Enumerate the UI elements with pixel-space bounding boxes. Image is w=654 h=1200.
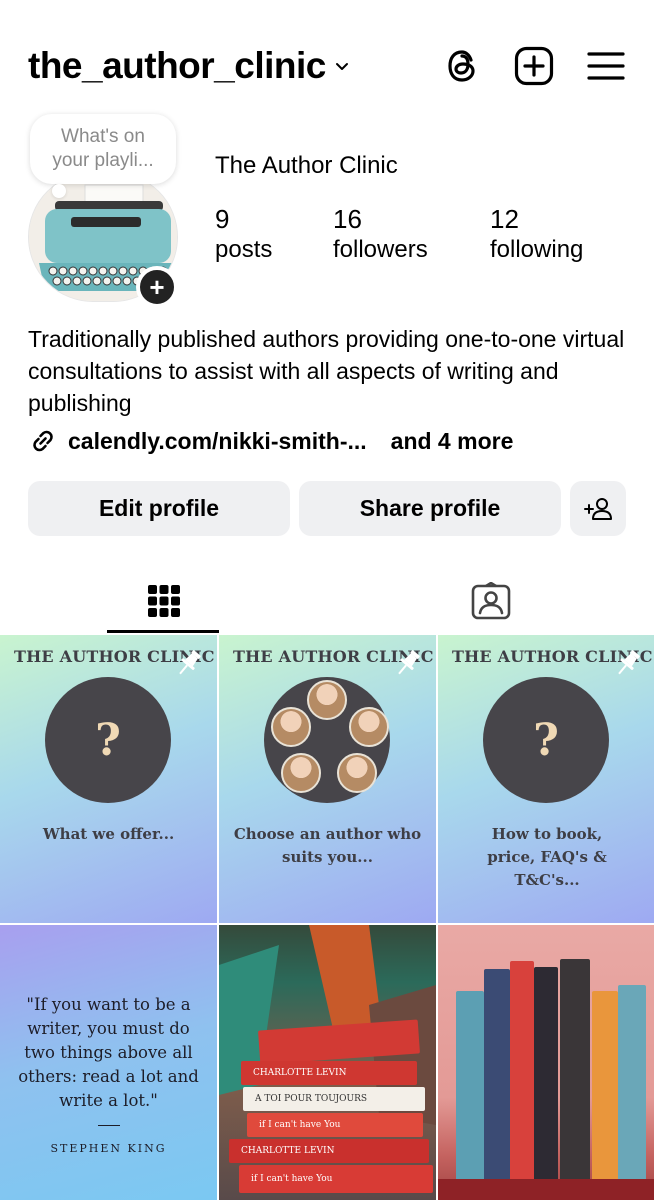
bio-text: Traditionally published authors providin… <box>28 326 625 416</box>
note-bubble-tail <box>52 184 66 198</box>
username: the_author_clinic <box>28 45 326 86</box>
posts-grid: THE AUTHOR CLINIC ? What we offer... THE… <box>0 635 654 1200</box>
post-tile[interactable] <box>438 925 654 1200</box>
display-name: The Author Clinic <box>215 152 398 179</box>
quote-divider <box>98 1125 120 1126</box>
more-links[interactable]: and 4 more <box>391 428 514 455</box>
post-caption: What we offer... <box>42 825 175 843</box>
threads-icon[interactable] <box>442 46 482 86</box>
stat-followers-value: 16 <box>333 204 362 234</box>
book <box>484 969 510 1181</box>
author-photo <box>271 707 311 747</box>
book: CHARLOTTE LEVIN <box>229 1139 429 1163</box>
shelf <box>438 1179 654 1200</box>
note-bubble[interactable]: What's on your playli... <box>30 114 176 184</box>
tab-posts-grid[interactable] <box>0 568 327 634</box>
author-photo <box>337 753 377 793</box>
pin-icon <box>398 650 420 675</box>
book: CHARLOTTE LEVIN <box>241 1061 417 1085</box>
book <box>592 991 618 1181</box>
stat-posts-label: posts <box>215 236 273 263</box>
discover-people-button[interactable] <box>570 481 626 536</box>
stat-following[interactable]: 12 following <box>490 203 583 265</box>
active-tab-indicator <box>107 630 219 633</box>
book <box>618 985 646 1181</box>
bio-links[interactable]: calendly.com/nikki-smith-... and 4 more <box>28 426 513 456</box>
header-actions <box>442 46 626 86</box>
pin-icon <box>618 650 640 675</box>
post-tile[interactable]: "If you want to be a writer, you must do… <box>0 925 217 1200</box>
post-tile[interactable]: CHARLOTTE LEVIN A TOI POUR TOUJOURS if I… <box>219 925 436 1200</box>
post-tile[interactable]: THE AUTHOR CLINIC ? How to book, price, … <box>438 635 654 923</box>
share-profile-button[interactable]: Share profile <box>299 481 561 536</box>
menu-icon[interactable] <box>586 46 626 86</box>
post-caption: Choose an author who suits you... <box>233 825 422 866</box>
add-person-icon <box>584 497 612 520</box>
author-photo <box>349 707 389 747</box>
pin-icon <box>179 650 201 675</box>
create-post-icon[interactable] <box>514 46 554 86</box>
stat-followers[interactable]: 16 followers <box>333 203 428 265</box>
book: if I can't have You <box>247 1113 423 1137</box>
post-caption: How to book, price, FAQ's & T&C's... <box>487 825 607 889</box>
book <box>510 961 534 1181</box>
book <box>456 991 484 1181</box>
author-photo <box>307 680 347 720</box>
book: A TOI POUR TOUJOURS <box>243 1087 425 1111</box>
account-switcher[interactable]: the_author_clinic <box>28 45 350 87</box>
grid-icon <box>147 585 180 617</box>
question-mark-graphic: ? <box>483 677 609 803</box>
bio-link[interactable]: calendly.com/nikki-smith-... <box>68 428 367 455</box>
question-mark-graphic: ? <box>45 677 171 803</box>
post-quote: "If you want to be a writer, you must do… <box>18 995 199 1110</box>
stat-followers-label: followers <box>333 236 428 263</box>
quote-author: STEPHEN KING <box>50 1142 167 1155</box>
post-tile[interactable]: THE AUTHOR CLINIC Choose an author who s… <box>219 635 436 923</box>
edit-profile-button[interactable]: Edit profile <box>28 481 290 536</box>
add-story-icon[interactable]: + <box>136 266 178 308</box>
post-tile[interactable]: THE AUTHOR CLINIC ? What we offer... <box>0 635 217 923</box>
stat-following-label: following <box>490 236 584 263</box>
tab-tagged[interactable] <box>327 568 654 634</box>
book: if I can't have You <box>239 1165 433 1193</box>
stat-posts-value: 9 <box>215 204 230 234</box>
profile-header: the_author_clinic <box>28 40 626 92</box>
stat-posts[interactable]: 9 posts <box>215 203 272 265</box>
tagged-icon <box>471 582 510 620</box>
chevron-down-icon <box>335 63 348 70</box>
stat-following-value: 12 <box>490 204 519 234</box>
book <box>534 967 558 1181</box>
author-photo <box>281 753 321 793</box>
link-icon <box>33 430 53 452</box>
book <box>560 959 590 1181</box>
